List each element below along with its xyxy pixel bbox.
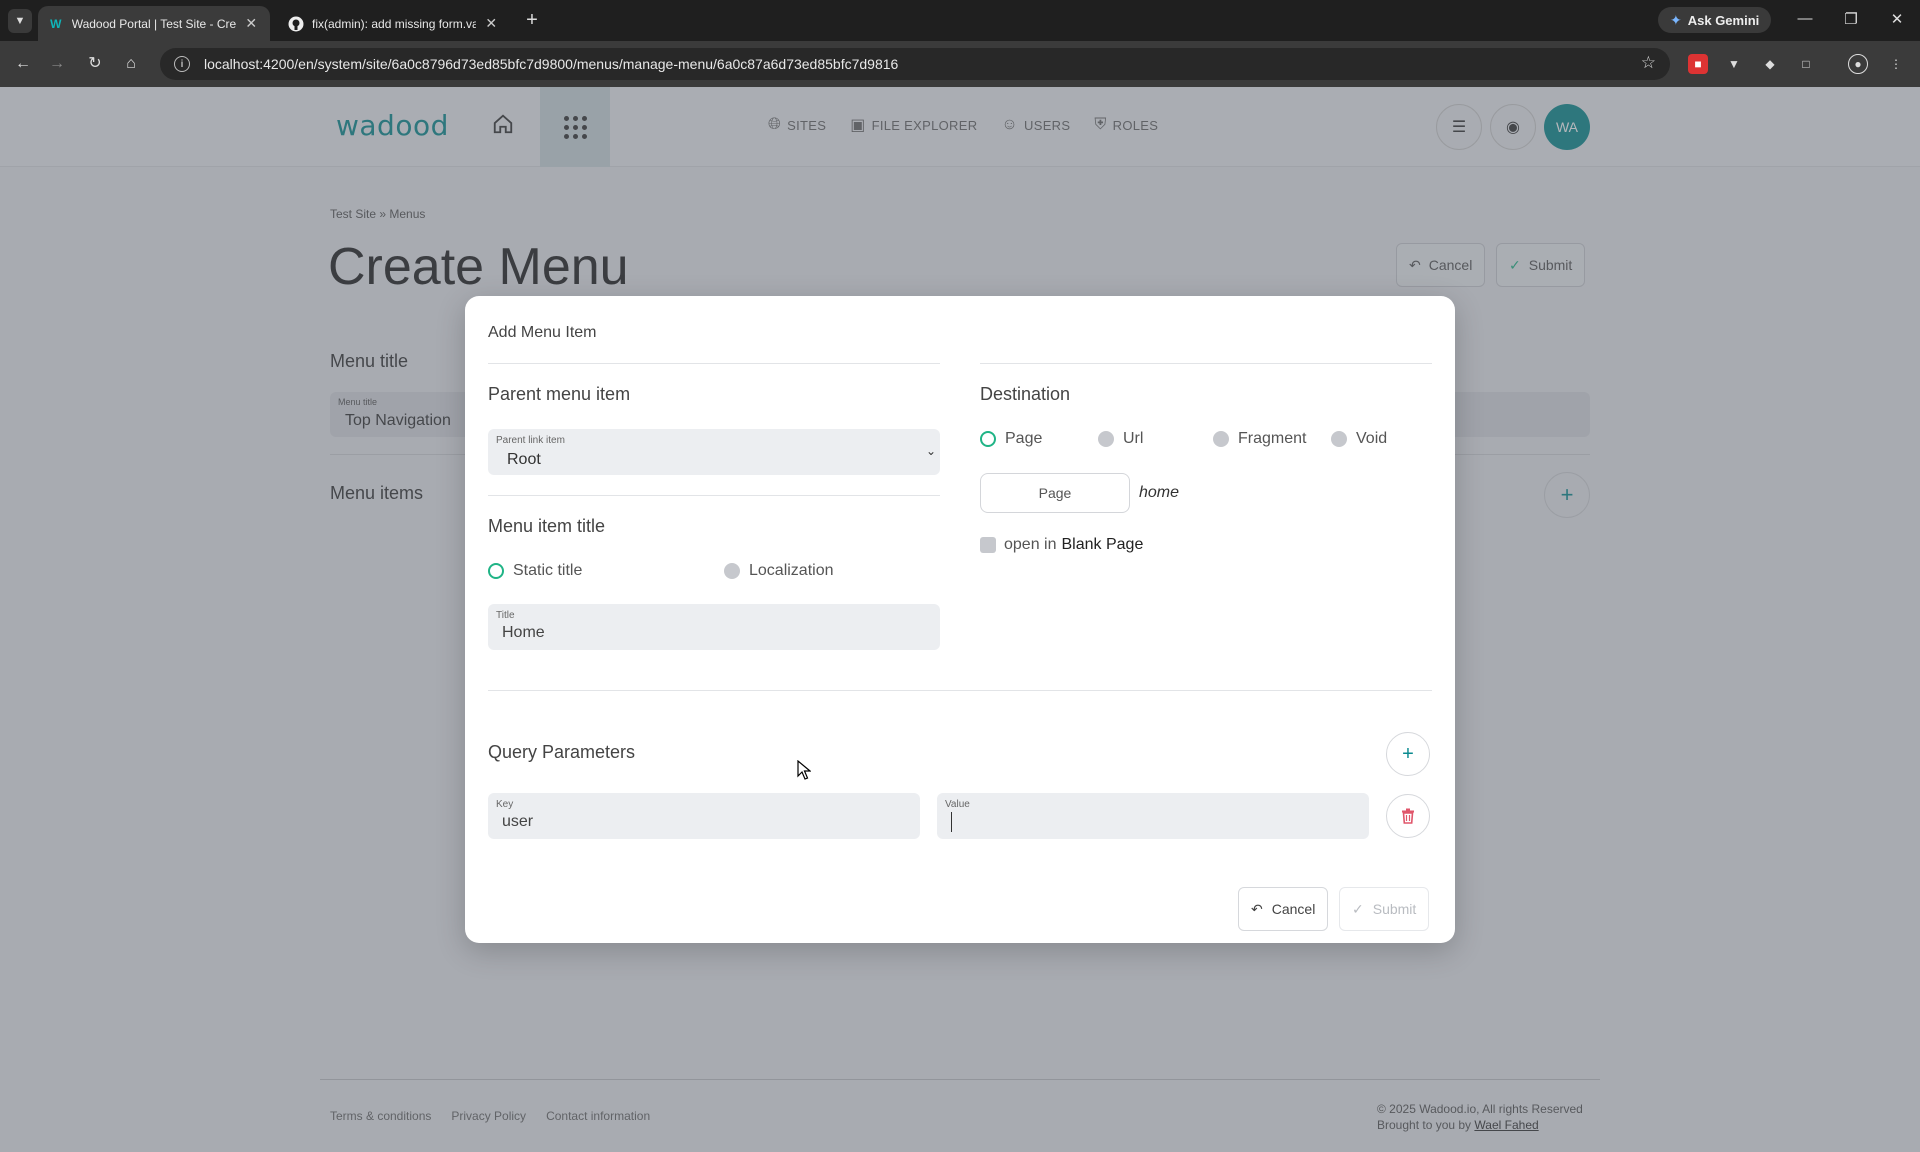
trash-icon: [1402, 808, 1414, 824]
open-in-blank-checkbox[interactable]: open in Blank Page: [980, 536, 1143, 554]
mouse-cursor-icon: [797, 760, 811, 780]
divider: [488, 495, 940, 496]
query-value-input[interactable]: Value: [937, 793, 1369, 839]
field-label: Key: [496, 799, 514, 810]
button-label: Submit: [1372, 901, 1417, 917]
github-icon: [288, 16, 304, 32]
extension-red-icon[interactable]: ■: [1688, 54, 1708, 74]
radio-page[interactable]: Page: [980, 430, 1042, 448]
field-label: Parent link item: [496, 435, 565, 446]
dialog-submit-button[interactable]: ✓ Submit: [1339, 887, 1430, 931]
undo-icon: ↶: [1251, 900, 1263, 917]
divider: [980, 363, 1432, 364]
address-bar[interactable]: i localhost:4200/en/system/site/6a0c8796…: [160, 48, 1670, 80]
radio-fragment[interactable]: Fragment: [1213, 430, 1306, 448]
add-menu-item-dialog: Add Menu Item Parent menu item Parent li…: [465, 296, 1455, 943]
checkbox-label: open in: [1004, 536, 1057, 553]
home-icon[interactable]: ⌂: [120, 53, 142, 75]
add-query-parameter-button[interactable]: +: [1386, 732, 1430, 776]
forward-icon[interactable]: →: [46, 53, 68, 75]
browser-tabbar: ▼ W Wadood Portal | Test Site - Create M…: [0, 0, 1920, 41]
radio-selected-icon: [488, 563, 504, 579]
radio-label: Url: [1123, 430, 1144, 447]
ask-gemini-button[interactable]: ✦ Ask Gemini: [1658, 7, 1772, 33]
radio-label: Void: [1356, 430, 1388, 447]
url-text: localhost:4200/en/system/site/6a0c8796d7…: [204, 56, 899, 72]
radio-label: Fragment: [1238, 430, 1307, 447]
radio-selected-icon: [980, 431, 996, 447]
checkbox-label-strong: Blank Page: [1061, 536, 1144, 553]
reload-icon[interactable]: ↻: [84, 53, 106, 75]
select-page-button[interactable]: Page: [980, 473, 1130, 513]
field-value: Home: [502, 624, 545, 641]
back-icon[interactable]: ←: [12, 53, 34, 75]
selected-page-value: home: [1139, 484, 1180, 501]
field-value: Root: [507, 451, 541, 468]
button-label: Cancel: [1271, 901, 1316, 917]
delete-query-parameter-button[interactable]: [1386, 794, 1430, 838]
menu-item-title-heading: Menu item title: [488, 516, 606, 536]
field-label: Value: [945, 799, 970, 810]
radio-label: Localization: [749, 562, 834, 579]
radio-label: Static title: [513, 562, 583, 579]
restore-icon[interactable]: ❐: [1836, 10, 1866, 28]
tab-title: fix(admin): add missing form.valid: [312, 16, 477, 31]
radio-label: Page: [1005, 430, 1043, 447]
radio-void[interactable]: Void: [1331, 430, 1387, 448]
profile-icon[interactable]: ●: [1848, 54, 1868, 74]
field-value: user: [502, 813, 534, 830]
radio-static-title[interactable]: Static title: [488, 562, 582, 580]
tab-title: Wadood Portal | Test Site - Create Menu: [71, 16, 237, 31]
browser-toolbar: ← → ↻ ⌂ i localhost:4200/en/system/site/…: [0, 41, 1920, 87]
text-caret: [951, 812, 952, 832]
tab-search-button[interactable]: ▼: [8, 9, 32, 33]
radio-unselected-icon: [1098, 431, 1114, 447]
new-tab-button[interactable]: +: [520, 9, 544, 31]
query-key-input[interactable]: Key user: [488, 793, 920, 839]
browser-tab-active[interactable]: W Wadood Portal | Test Site - Create Men…: [38, 6, 270, 41]
chevron-down-icon: ⌄: [925, 444, 936, 458]
wadood-favicon-icon: W: [50, 16, 62, 31]
plus-icon: +: [1402, 742, 1414, 765]
parent-menu-heading: Parent menu item: [488, 384, 631, 404]
radio-unselected-icon: [1331, 431, 1347, 447]
checkbox-icon: [980, 537, 996, 553]
close-window-icon[interactable]: ✕: [1882, 10, 1912, 28]
extension-tag-icon[interactable]: ◆: [1760, 54, 1780, 74]
extension-v-icon[interactable]: ▼: [1724, 54, 1744, 74]
dialog-cancel-button[interactable]: ↶ Cancel: [1238, 887, 1329, 931]
close-icon[interactable]: ✕: [482, 15, 500, 32]
ask-gemini-label: Ask Gemini: [1687, 12, 1760, 28]
menu-dots-icon[interactable]: ⋮: [1886, 54, 1906, 74]
destination-heading: Destination: [980, 384, 1071, 404]
query-parameters-heading: Query Parameters: [488, 742, 636, 762]
site-info-icon[interactable]: i: [174, 56, 190, 72]
radio-unselected-icon: [1213, 431, 1229, 447]
field-label: Title: [496, 610, 515, 621]
radio-url[interactable]: Url: [1098, 430, 1143, 448]
close-icon[interactable]: ✕: [242, 15, 260, 32]
extensions-puzzle-icon[interactable]: □: [1796, 54, 1816, 74]
parent-link-select[interactable]: Parent link item Root ⌄: [488, 429, 940, 475]
radio-localization[interactable]: Localization: [724, 562, 834, 580]
check-icon: ✓: [1352, 900, 1364, 917]
gemini-spark-icon: ✦: [1670, 11, 1682, 28]
radio-unselected-icon: [724, 563, 740, 579]
bookmark-star-icon[interactable]: ☆: [1641, 53, 1656, 73]
divider: [488, 690, 1432, 691]
minimize-icon[interactable]: —: [1790, 10, 1820, 27]
browser-tab-github[interactable]: fix(admin): add missing form.valid ✕: [278, 6, 510, 41]
title-input[interactable]: Title Home: [488, 604, 940, 650]
dialog-title: Add Menu Item: [488, 324, 597, 341]
divider: [488, 363, 940, 364]
